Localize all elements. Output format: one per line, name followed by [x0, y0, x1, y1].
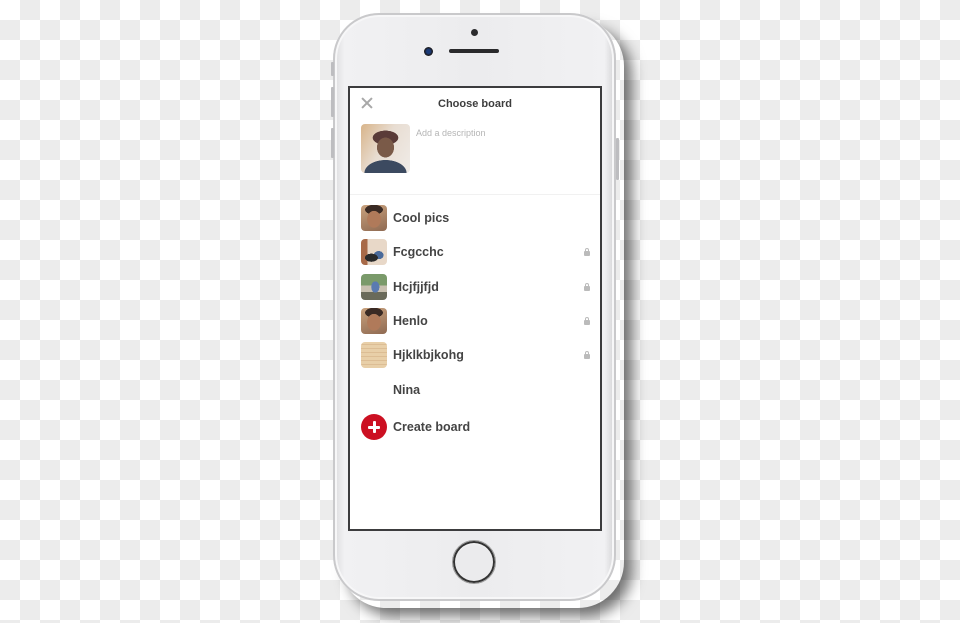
page-title: Choose board: [438, 98, 512, 110]
board-list: Cool pics Fcgcchc Hcjfjjfjd Henlo Hjklkbjkoh…: [350, 201, 600, 407]
choose-board-screen: Choose board Cool pics Fcgcchc Hcjfjjfjd He…: [348, 86, 602, 531]
board-thumbnail: [361, 342, 387, 369]
volume-up-button: [331, 87, 334, 117]
lock-body: [584, 354, 590, 360]
board-name: Hjklkbjkohg: [393, 348, 464, 363]
board-name: Cool pics: [393, 211, 450, 226]
board-list-item[interactable]: Hjklkbjkohg: [350, 338, 600, 372]
board-list-item[interactable]: Fcgcchc: [350, 235, 600, 269]
create-board-label: Create board: [393, 419, 471, 434]
board-thumbnail: [361, 205, 387, 231]
board-name: Nina: [393, 382, 421, 397]
board-name: Fcgcchc: [393, 245, 444, 260]
board-thumbnail: [361, 376, 387, 402]
lock-body: [584, 285, 590, 291]
board-thumbnail: [361, 307, 387, 334]
board-name: Hcjfjjfjd: [393, 279, 439, 294]
board-list-item[interactable]: Nina: [350, 372, 600, 406]
board-thumbnail: [361, 273, 387, 300]
lock-icon: [584, 282, 590, 291]
plus-circle-icon: [361, 413, 387, 440]
board-list-item[interactable]: Cool pics: [350, 201, 600, 235]
volume-down-button: [331, 128, 334, 158]
board-thumbnail: [361, 239, 387, 266]
lock-icon: [584, 351, 590, 360]
power-button: [616, 138, 619, 180]
home-button[interactable]: [452, 540, 496, 584]
board-name: Henlo: [393, 314, 428, 329]
board-list-item[interactable]: Hcjfjjfjd: [350, 270, 600, 304]
earpiece-speaker: [449, 49, 499, 53]
proximity-sensor: [471, 29, 478, 36]
lock-body: [584, 319, 590, 325]
mute-switch: [331, 62, 334, 76]
description-input[interactable]: [416, 122, 586, 144]
lock-body: [584, 251, 590, 257]
board-list-item[interactable]: Henlo: [350, 304, 600, 338]
header: Choose board: [350, 88, 600, 122]
pin-preview-row: [350, 122, 600, 195]
lock-icon: [584, 248, 590, 257]
front-camera-icon: [424, 47, 433, 56]
pin-thumbnail: [361, 124, 410, 173]
create-board-button[interactable]: Create board: [350, 407, 600, 447]
lock-icon: [584, 316, 590, 325]
